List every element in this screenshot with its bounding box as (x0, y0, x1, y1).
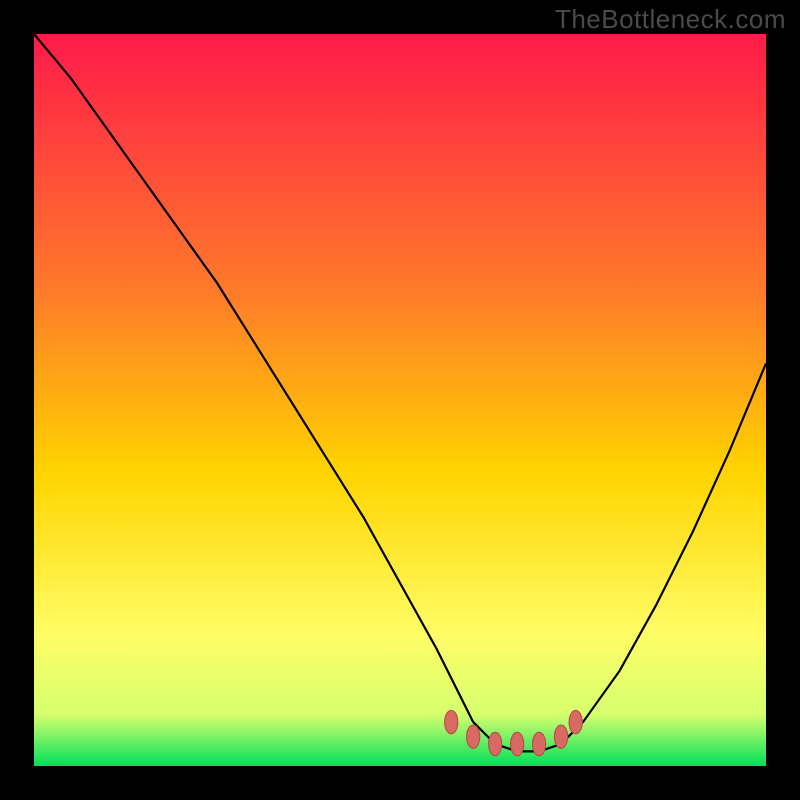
marker-dot (554, 725, 567, 748)
marker-dot (569, 710, 582, 733)
bottleneck-chart (34, 34, 766, 766)
watermark-text: TheBottleneck.com (555, 4, 786, 35)
marker-dot (532, 732, 545, 755)
marker-dot (511, 732, 524, 755)
marker-dot (445, 710, 458, 733)
gradient-background (34, 34, 766, 766)
chart-frame: TheBottleneck.com (0, 0, 800, 800)
marker-dot (489, 732, 502, 755)
marker-dot (467, 725, 480, 748)
